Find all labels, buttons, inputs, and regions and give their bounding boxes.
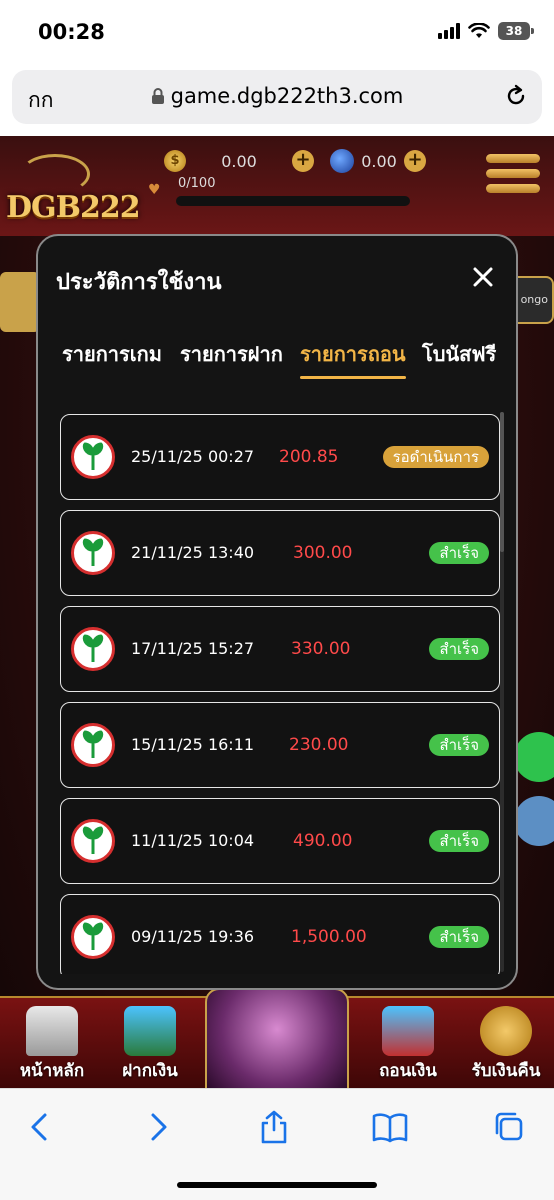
status-badge: สำเร็จ [429,830,489,852]
back-icon[interactable] [20,1109,60,1145]
status-badge: สำเร็จ [429,926,489,948]
wifi-icon [468,23,490,38]
row-amount: 330.00 [291,639,351,659]
status-badge: รอดำเนินการ [382,446,489,468]
list-scrollbar-thumb[interactable] [500,412,504,552]
add-coin-button[interactable]: + [292,150,314,172]
nav-item-home[interactable]: หน้าหลัก [2,998,102,1088]
row-date: 09/11/25 19:36 [131,927,255,946]
tab-withdraw[interactable]: รายการถอน [300,338,406,370]
nav-item-cashback[interactable]: รับเงินคืน [456,998,554,1088]
side-left-button[interactable] [0,272,40,332]
nav-item-withdraw[interactable]: ถอนเงิน [358,998,458,1088]
url-text: game.dgb222th3.com [170,84,404,108]
share-icon[interactable] [254,1109,294,1145]
battery-icon: 38 [498,22,534,40]
house-icon [26,1006,78,1056]
dragon-logo-icon [20,154,90,194]
reload-icon[interactable] [502,82,530,110]
lock-icon [151,88,164,104]
game-logo[interactable]: DGB222 [6,190,141,225]
row-amount: 490.00 [293,831,353,851]
history-row[interactable]: 11/11/25 10:04 490.00 สำเร็จ [60,798,500,884]
status-badge: สำเร็จ [429,542,489,564]
nav-item-cashback-label: รับเงินคืน [471,1061,541,1081]
nav-item-home-label: หน้าหลัก [19,1061,85,1081]
status-badge: สำเร็จ [429,734,489,756]
row-date: 21/11/25 13:40 [131,543,255,562]
gem-balance: 0.00 + [330,148,426,174]
history-tabs: รายการเกม รายการฝาก รายการถอน โบนัสฟรี [62,338,516,379]
status-badge: สำเร็จ [429,638,489,660]
game-center-banner[interactable] [205,988,349,1088]
gem-icon [330,149,354,173]
forward-icon[interactable] [138,1109,178,1145]
bookmarks-icon[interactable] [370,1109,410,1145]
history-row[interactable]: 21/11/25 13:40 300.00 สำเร็จ [60,510,500,596]
status-bar: 00:28 38 [0,0,554,64]
kbank-logo-icon [71,627,115,671]
tab-free-bonus[interactable]: โบนัสฟรี [422,338,496,370]
row-amount: 300.00 [293,543,353,563]
row-amount: 230.00 [289,735,349,755]
tab-deposit[interactable]: รายการฝาก [180,338,283,370]
withdraw-icon [382,1006,434,1056]
coin-icon: $ [164,150,186,172]
status-time: 00:28 [38,20,105,44]
level-progress-text: 0/100 [178,176,216,191]
tabs-icon[interactable] [488,1109,528,1145]
history-row[interactable]: 25/11/25 00:27 200.85 รอดำเนินการ [60,414,500,500]
row-date: 11/11/25 10:04 [131,831,255,850]
kbank-logo-icon [71,915,115,959]
kbank-logo-icon [71,819,115,863]
history-modal: ประวัติการใช้งาน รายการเกม รายการฝาก ราย… [36,234,518,990]
add-gem-button[interactable]: + [404,150,426,172]
modal-title: ประวัติการใช้งาน [56,270,222,295]
game-bottom-nav: หน้าหลัก ฝากเงิน ถอนเงิน รับเงินคืน [0,988,554,1088]
line-icon[interactable] [514,732,554,782]
row-date: 17/11/25 15:27 [131,639,255,658]
url-field[interactable]: game.dgb222th3.com [12,84,542,108]
level-progress: ♥ 0/100 [148,176,410,206]
history-row[interactable]: 09/11/25 19:36 1,500.00 สำเร็จ [60,894,500,974]
cashback-icon [480,1006,532,1056]
close-icon[interactable] [470,264,496,290]
coin-balance: $ 0.00 + [164,148,314,174]
game-topbar: DGB222 $ 0.00 + 0.00 + ♥ 0/100 [0,136,554,236]
row-date: 25/11/25 00:27 [131,447,255,466]
level-progress-bar [176,196,410,206]
telegram-icon[interactable] [514,796,554,846]
history-row[interactable]: 15/11/25 16:11 230.00 สำเร็จ [60,702,500,788]
coin-balance-value: 0.00 [221,151,257,171]
row-amount: 1,500.00 [291,927,367,947]
status-icons: 38 [438,22,534,40]
list-scrollbar[interactable] [500,412,504,972]
withdraw-history-list[interactable]: 25/11/25 00:27 200.85 รอดำเนินการ 21/11/… [60,414,500,974]
nav-item-withdraw-label: ถอนเงิน [379,1061,437,1081]
cellular-signal-icon [438,23,460,39]
active-tab-underline [300,376,406,379]
history-row[interactable]: 17/11/25 15:27 330.00 สำเร็จ [60,606,500,692]
kbank-logo-icon [71,723,115,767]
row-amount: 200.85 [279,447,339,467]
address-bar[interactable]: กก game.dgb222th3.com [12,70,542,124]
nav-item-deposit[interactable]: ฝากเงิน [100,998,200,1088]
kbank-logo-icon [71,531,115,575]
row-date: 15/11/25 16:11 [131,735,255,754]
nav-item-deposit-label: ฝากเงิน [122,1061,178,1081]
tab-game[interactable]: รายการเกม [62,338,162,370]
kbank-logo-icon [71,435,115,479]
gem-balance-value: 0.00 [361,151,397,171]
home-indicator [177,1182,377,1188]
hamburger-menu-icon[interactable] [486,154,540,198]
heart-icon: ♥ [148,182,161,198]
deposit-icon [124,1006,176,1056]
